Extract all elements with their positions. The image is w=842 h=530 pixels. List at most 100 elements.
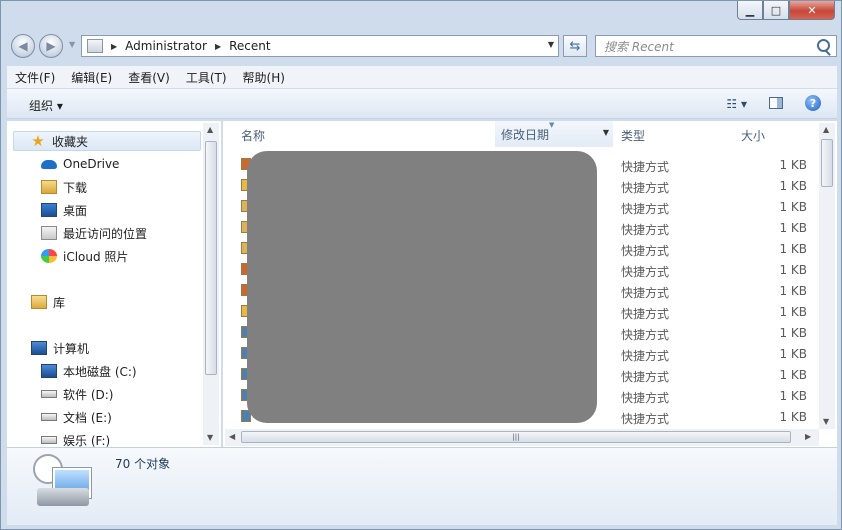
help-icon[interactable]: ? <box>805 95 821 111</box>
scroll-down-icon[interactable]: ▼ <box>823 417 829 426</box>
preview-pane-icon[interactable] <box>769 97 783 109</box>
back-arrow-icon: ◀ <box>18 39 28 53</box>
tree-drive-e[interactable]: 文档 (E:) <box>41 407 112 427</box>
scroll-left-icon[interactable]: ◀ <box>229 432 235 441</box>
menu-edit[interactable]: 编辑(E) <box>63 69 120 86</box>
cell-size: 1 KB <box>779 326 807 340</box>
drive-icon <box>41 436 57 444</box>
drive-icon <box>41 390 57 398</box>
cell-type: 快捷方式 <box>621 265 670 279</box>
cell-type: 快捷方式 <box>621 349 670 363</box>
forward-button[interactable]: ▶ <box>39 34 63 58</box>
tree-desktop[interactable]: 桌面 <box>41 200 87 220</box>
cell-size: 1 KB <box>779 368 807 382</box>
horizontal-scroll-thumb[interactable]: ||| <box>241 431 791 443</box>
cell-size: 1 KB <box>779 158 807 172</box>
navpane-scrollbar[interactable]: ▲ ▼ <box>203 123 219 445</box>
cell-size: 1 KB <box>779 305 807 319</box>
desktop-icon <box>41 203 57 217</box>
menu-view[interactable]: 查看(V) <box>120 69 178 86</box>
tree-favorites[interactable]: ★ 收藏夹 <box>13 131 201 151</box>
column-type[interactable]: 类型 <box>621 127 645 144</box>
cell-type: 快捷方式 <box>621 181 670 195</box>
menu-file[interactable]: 文件(F) <box>7 69 63 86</box>
sort-indicator-icon: ▼ <box>549 121 555 129</box>
cloud-icon <box>41 159 57 169</box>
filelist-vertical-scrollbar[interactable]: ▲ ▼ <box>819 123 835 429</box>
scroll-up-icon[interactable]: ▲ <box>823 125 829 134</box>
column-name[interactable]: 名称 <box>241 127 265 144</box>
tree-downloads[interactable]: 下载 <box>41 177 87 197</box>
cell-type: 快捷方式 <box>621 223 670 237</box>
vertical-scroll-thumb[interactable] <box>821 139 833 187</box>
menu-help[interactable]: 帮助(H) <box>235 69 293 86</box>
organize-button[interactable]: 组织 ▾ <box>29 97 63 114</box>
icloud-photos-icon <box>41 249 57 263</box>
scroll-down-icon[interactable]: ▼ <box>207 433 213 442</box>
minimize-button[interactable]: ▁ <box>737 1 763 20</box>
cell-type: 快捷方式 <box>621 370 670 384</box>
column-size[interactable]: 大小 <box>741 127 765 144</box>
menu-bar: 文件(F) 编辑(E) 查看(V) 工具(T) 帮助(H) <box>7 66 837 88</box>
downloads-folder-icon <box>41 180 57 194</box>
breadcrumb-recent[interactable]: Recent <box>229 39 270 53</box>
history-dropdown-icon[interactable]: ▼ <box>69 40 75 49</box>
cell-type: 快捷方式 <box>621 202 670 216</box>
tray-icon <box>37 488 89 506</box>
chevron-right-icon[interactable]: ▶ <box>111 42 117 51</box>
chevron-down-icon[interactable]: ▼ <box>603 128 609 137</box>
tree-label: 最近访问的位置 <box>63 226 148 241</box>
back-button[interactable]: ◀ <box>11 34 35 58</box>
tree-drive-d[interactable]: 软件 (D:) <box>41 384 113 404</box>
search-placeholder: 搜索 Recent <box>604 39 674 54</box>
menu-tools[interactable]: 工具(T) <box>178 69 235 86</box>
chevron-right-icon[interactable]: ▶ <box>215 42 221 51</box>
cell-type: 快捷方式 <box>621 328 670 342</box>
cell-type: 快捷方式 <box>621 286 670 300</box>
library-icon <box>31 295 47 309</box>
tree-onedrive[interactable]: OneDrive <box>41 154 119 174</box>
tree-label: 文档 (E:) <box>63 410 112 425</box>
tree-label: iCloud 照片 <box>63 249 129 264</box>
refresh-button[interactable]: ⇆ <box>563 35 587 57</box>
tree-label: 计算机 <box>53 341 90 356</box>
navpane-scroll-thumb[interactable] <box>205 141 217 375</box>
cell-type: 快捷方式 <box>621 244 670 258</box>
search-icon[interactable] <box>817 39 830 52</box>
change-view-button[interactable]: ☷ ▾ <box>726 97 747 111</box>
tree-drive-c[interactable]: 本地磁盘 (C:) <box>41 361 137 381</box>
refresh-icon: ⇆ <box>569 38 581 54</box>
command-bar: 组织 ▾ ☷ ▾ ? <box>7 89 837 119</box>
navigation-row: ◀ ▶ ▼ ▶ Administrator ▶ Recent ▼ ⇆ 搜索 Re… <box>11 32 837 60</box>
cell-size: 1 KB <box>779 263 807 277</box>
cell-size: 1 KB <box>779 221 807 235</box>
maximize-button[interactable]: □ <box>763 1 789 20</box>
tree-label: 本地磁盘 (C:) <box>63 364 137 379</box>
address-bar[interactable]: ▶ Administrator ▶ Recent ▼ <box>81 35 559 57</box>
tree-label: OneDrive <box>63 157 120 171</box>
caption-buttons: ▁ □ ✕ <box>737 1 835 21</box>
column-header: 名称 修改日期 ▼ ▼ 类型 大小 <box>223 121 819 147</box>
tree-label: 下载 <box>63 180 88 195</box>
recent-items-icon <box>31 454 93 514</box>
chevron-down-icon[interactable]: ▼ <box>548 40 554 49</box>
breadcrumb-administrator[interactable]: Administrator <box>125 39 207 53</box>
tree-label: 软件 (D:) <box>63 387 114 402</box>
explorer-window: ▁ □ ✕ ◀ ▶ ▼ ▶ Administrator ▶ Recent ▼ ⇆… <box>0 0 842 530</box>
tree-recent-places[interactable]: 最近访问的位置 <box>41 223 147 243</box>
tree-icloud-photos[interactable]: iCloud 照片 <box>41 246 128 266</box>
computer-icon <box>87 39 103 53</box>
cell-type: 快捷方式 <box>621 307 670 321</box>
scroll-right-icon[interactable]: ▶ <box>805 432 811 441</box>
close-button[interactable]: ✕ <box>789 1 835 20</box>
redacted-area <box>247 151 597 423</box>
tree-drive-f[interactable]: 娱乐 (F:) <box>41 430 110 447</box>
column-label: 修改日期 <box>501 127 550 142</box>
filelist-horizontal-scrollbar[interactable]: ◀ ||| ▶ <box>225 429 819 446</box>
recent-places-icon <box>41 226 57 240</box>
tree-computer[interactable]: 计算机 <box>31 338 89 358</box>
scroll-up-icon[interactable]: ▲ <box>207 125 213 134</box>
search-input[interactable]: 搜索 Recent <box>595 35 837 57</box>
cell-size: 1 KB <box>779 389 807 403</box>
tree-libraries[interactable]: 库 <box>31 292 65 312</box>
